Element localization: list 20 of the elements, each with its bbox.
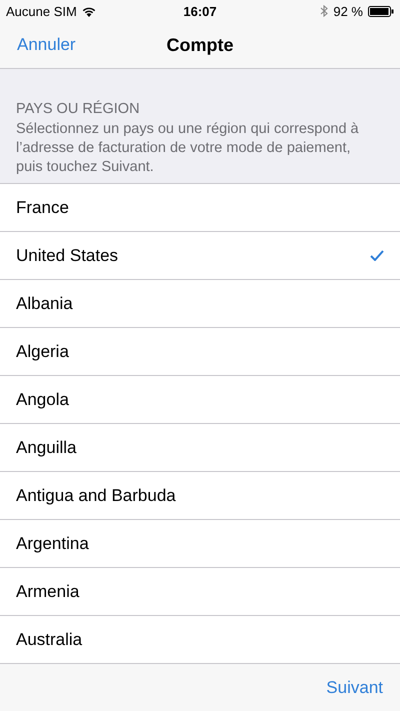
country-item[interactable]: Antigua and Barbuda	[0, 472, 400, 520]
section-header: PAYS OU RÉGION	[16, 101, 141, 117]
cancel-button[interactable]: Annuler	[0, 35, 76, 55]
country-item[interactable]: Armenia	[0, 568, 400, 616]
section-description: Sélectionnez un pays ou une région qui correspond à l’adresse de facturation de votre mode de paiement, puis touchez Suivant.	[16, 120, 360, 177]
bluetooth-icon	[320, 5, 328, 17]
battery-percentage: 92 %	[333, 4, 363, 18]
wifi-icon	[82, 6, 96, 16]
country-item[interactable]: Anguilla	[0, 424, 400, 472]
battery-icon	[368, 6, 394, 16]
carrier-name: Aucune SIM	[6, 4, 77, 18]
status-time: 16:07	[183, 4, 217, 18]
country-item[interactable]: Albania	[0, 280, 400, 328]
country-item[interactable]: Algeria	[0, 328, 400, 376]
nav-title: Compte	[166, 34, 234, 54]
country-item[interactable]: France	[0, 184, 400, 232]
country-item[interactable]: Angola	[0, 376, 400, 424]
next-button[interactable]: Suivant	[326, 678, 383, 698]
country-item[interactable]: Argentina	[0, 520, 400, 568]
country-item[interactable]: United States	[0, 232, 400, 280]
